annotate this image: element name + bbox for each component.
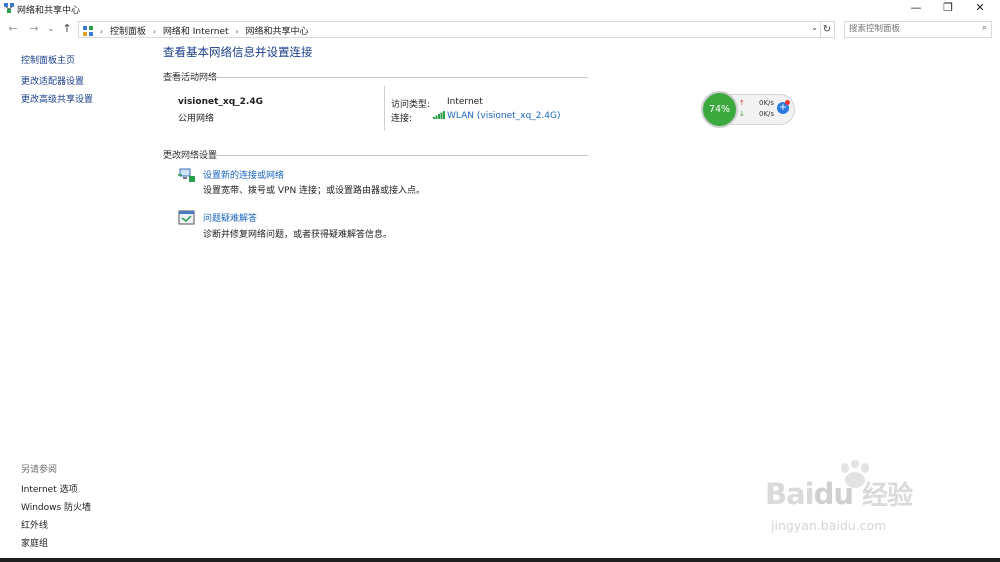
breadcrumb-item-network-internet[interactable]: 网络和 Internet <box>163 27 229 37</box>
divider <box>163 155 588 156</box>
control-panel-icon <box>83 26 93 36</box>
sidebar-item-change-adapter[interactable]: 更改适配器设置 <box>21 74 93 87</box>
up-icon[interactable]: ↑ <box>60 22 74 36</box>
see-also-header: 另请参阅 <box>21 465 58 475</box>
close-button[interactable]: ✕ <box>964 0 996 16</box>
search-icon[interactable]: ⌕ <box>982 23 987 33</box>
connection-link[interactable]: WLAN (visionet_xq_2.4G) <box>433 111 561 121</box>
setup-new-connection-link[interactable]: 设置新的连接或网络 <box>203 168 284 181</box>
connection-name[interactable]: WLAN (visionet_xq_2.4G) <box>447 111 561 121</box>
memory-gauge[interactable]: 74% <box>701 91 738 128</box>
search-box[interactable]: ⌕ <box>844 21 992 38</box>
taskbar-edge <box>0 558 1000 562</box>
watermark-bai: Bai <box>765 477 815 511</box>
divider <box>384 86 385 131</box>
wifi-signal-icon <box>433 111 445 119</box>
chevron-down-icon[interactable]: ⌄ <box>811 23 818 32</box>
sidebar-item-control-panel-home[interactable]: 控制面板主页 <box>21 53 93 66</box>
connection-label: 连接: <box>391 114 413 124</box>
recent-locations-icon[interactable]: ⌄ <box>44 22 58 36</box>
title-bar: 网络和共享中心 — ❐ ✕ <box>0 0 1000 18</box>
troubleshoot-icon <box>178 210 195 225</box>
divider <box>163 77 588 78</box>
speed-monitor-widget[interactable]: 74% ↑ ↓ 0K/s 0K/s + <box>701 91 795 128</box>
access-type-label: 访问类型: <box>391 100 431 110</box>
minimize-button[interactable]: — <box>900 0 932 16</box>
chevron-right-icon: › <box>99 27 104 36</box>
breadcrumb-item-network-center[interactable]: 网络和共享中心 <box>245 27 308 37</box>
network-name: visionet_xq_2.4G <box>178 97 263 107</box>
baidu-watermark: Baidu 经验 jingyan.baidu.com <box>765 460 955 545</box>
see-also-infrared[interactable]: 红外线 <box>21 518 91 531</box>
chevron-right-icon: › <box>152 27 157 36</box>
access-type-value: Internet <box>447 97 483 107</box>
upload-arrow-icon: ↑ <box>739 99 745 107</box>
window-title: 网络和共享中心 <box>17 6 81 16</box>
maximize-button[interactable]: ❐ <box>932 0 964 16</box>
download-arrow-icon: ↓ <box>739 110 745 118</box>
sidebar: 控制面板主页 更改适配器设置 更改高级共享设置 <box>21 53 93 110</box>
watermark-jingyan: 经验 <box>862 481 913 511</box>
watermark-du: du <box>813 477 854 511</box>
network-category[interactable]: 公用网络 <box>178 111 214 124</box>
new-connection-icon <box>178 168 195 182</box>
watermark-url: jingyan.baidu.com <box>771 518 887 533</box>
chevron-right-icon: › <box>235 27 239 36</box>
troubleshoot-desc: 诊断并修复网络问题，或者获得疑难解答信息。 <box>203 230 393 240</box>
forward-icon[interactable]: → <box>27 22 41 36</box>
see-also-firewall[interactable]: Windows 防火墙 <box>21 500 91 513</box>
upload-speed: 0K/s <box>759 99 775 107</box>
see-also: 另请参阅 Internet 选项 Windows 防火墙 红外线 家庭组 <box>21 462 91 554</box>
watermark-text: Baidu 经验 <box>765 475 913 512</box>
refresh-icon[interactable]: ↻ <box>820 21 835 38</box>
sidebar-item-advanced-sharing[interactable]: 更改高级共享设置 <box>21 92 93 105</box>
setup-new-connection-desc: 设置宽带、拨号或 VPN 连接；或设置路由器或接入点。 <box>203 186 426 196</box>
breadcrumb: › 控制面板 › 网络和 Internet › 网络和共享中心 <box>83 24 313 37</box>
troubleshoot-link[interactable]: 问题疑难解答 <box>203 211 257 224</box>
notification-dot <box>785 100 790 105</box>
breadcrumb-item-control-panel[interactable]: 控制面板 <box>110 27 146 37</box>
back-icon[interactable]: ← <box>6 22 20 36</box>
network-center-icon <box>4 3 14 13</box>
address-box[interactable]: › 控制面板 › 网络和 Internet › 网络和共享中心 ⌄ <box>78 21 821 38</box>
download-speed: 0K/s <box>759 110 775 118</box>
see-also-internet-options[interactable]: Internet 选项 <box>21 482 91 495</box>
see-also-homegroup[interactable]: 家庭组 <box>21 536 91 549</box>
page-title: 查看基本网络信息并设置连接 <box>163 45 313 59</box>
search-input[interactable] <box>849 23 969 35</box>
